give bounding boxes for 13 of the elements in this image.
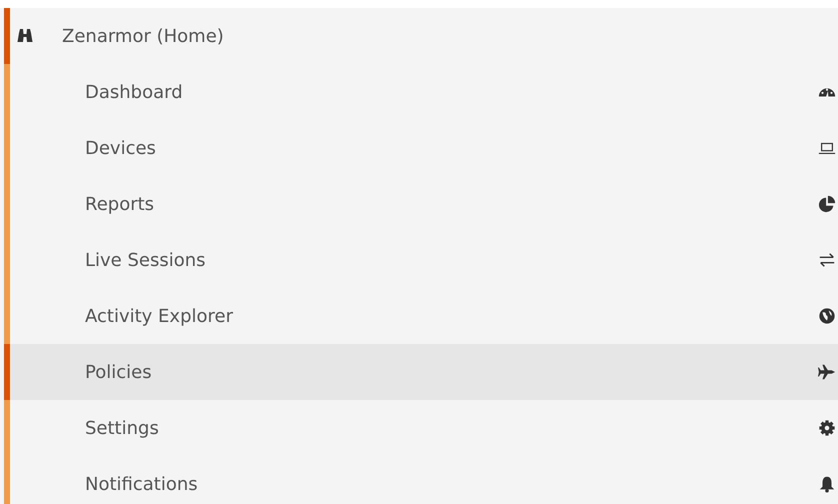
menu-title: Zenarmor (Home): [62, 26, 224, 46]
menu-header[interactable]: Zenarmor (Home): [4, 8, 838, 64]
plane-icon: [818, 363, 836, 381]
menu-item[interactable]: Settings: [4, 400, 838, 456]
pie-chart-icon: [818, 195, 836, 213]
menu-item[interactable]: Devices: [4, 120, 838, 176]
menu-item[interactable]: Reports: [4, 176, 838, 232]
menu-item[interactable]: Policies: [4, 344, 838, 400]
menu-item[interactable]: Live Sessions: [4, 232, 838, 288]
arrows-icon: [818, 251, 836, 269]
menu-item[interactable]: Notifications: [4, 456, 838, 504]
menu-item[interactable]: Dashboard: [4, 64, 838, 120]
bell-icon: [818, 475, 836, 493]
